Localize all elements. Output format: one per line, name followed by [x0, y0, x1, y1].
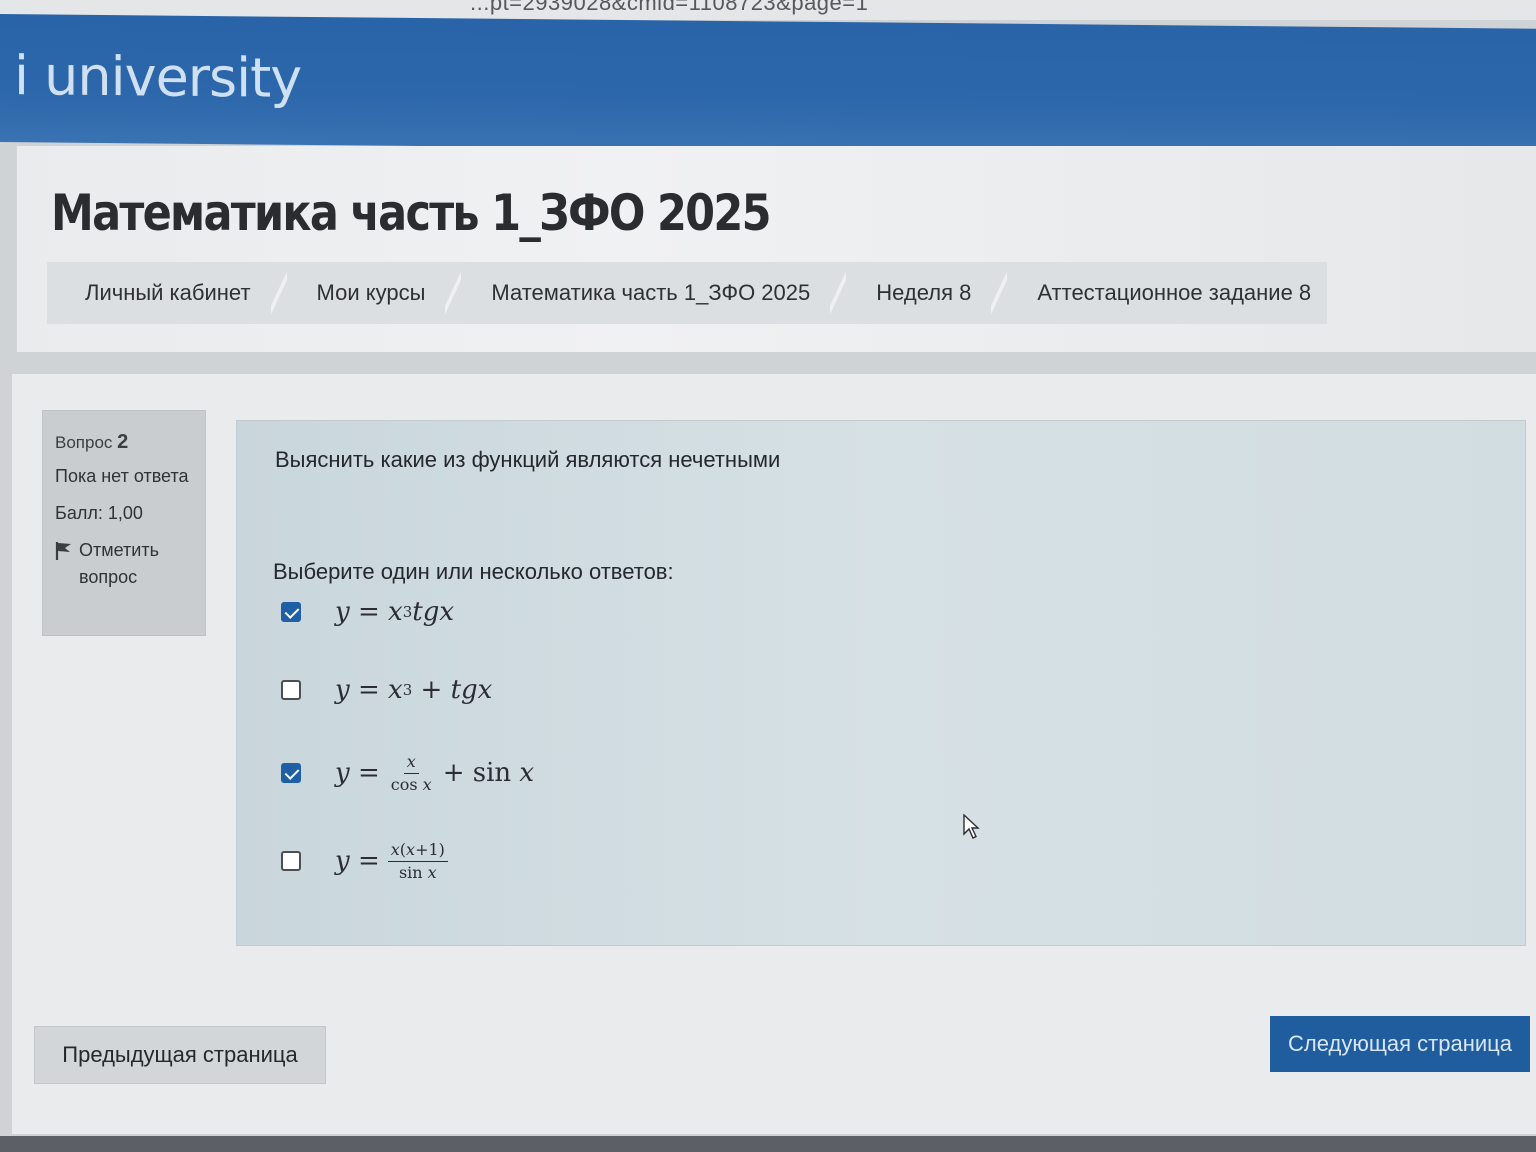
- taskbar-edge: [0, 1136, 1536, 1152]
- answer-option-3[interactable]: y = x cos x + sin x: [281, 753, 534, 793]
- answer-formula-3: y = x cos x + sin x: [335, 752, 535, 794]
- flag-question-link[interactable]: Отметить вопрос: [55, 537, 193, 591]
- breadcrumb-my-courses[interactable]: Мои курсы: [279, 262, 462, 324]
- flag-question-label: Отметить вопрос: [79, 540, 159, 587]
- top-navbar: i university: [0, 14, 1536, 157]
- question-info-panel: Вопрос 2 Пока нет ответа Балл: 1,00 Отме…: [42, 410, 206, 636]
- answer-formula-1: y = x 3 tgx: [335, 597, 455, 627]
- breadcrumb-dashboard[interactable]: Личный кабинет: [47, 262, 287, 324]
- page-header: Математика часть 1_ЗФО 2025 Личный кабин…: [16, 146, 1536, 352]
- flag-icon: [55, 542, 71, 560]
- question-box: Выяснить какие из функций являются нечет…: [236, 420, 1526, 946]
- previous-page-button[interactable]: Предыдущая страница: [34, 1026, 326, 1084]
- course-title: Математика часть 1_ЗФО 2025: [51, 184, 771, 242]
- question-text: Выяснить какие из функций являются нечет…: [275, 447, 781, 472]
- answer-option-2[interactable]: y = x3 + tgx: [281, 675, 492, 705]
- answer-option-1[interactable]: y = x 3 tgx: [281, 597, 454, 627]
- answer-checkbox-1[interactable]: [281, 602, 301, 622]
- url-text: ...pt=2939028&cmid=1108723&page=1: [470, 0, 869, 15]
- answer-checkbox-3[interactable]: [281, 763, 301, 784]
- answer-prompt: Выберите один или несколько ответов:: [273, 559, 674, 584]
- question-label: Вопрос: [55, 433, 113, 452]
- university-logo[interactable]: i university: [14, 44, 301, 110]
- answer-checkbox-2[interactable]: [281, 680, 301, 700]
- breadcrumb-assignment[interactable]: Аттестационное задание 8: [999, 262, 1339, 324]
- answer-checkbox-4[interactable]: [281, 851, 301, 872]
- breadcrumb: Личный кабинет Мои курсы Математика част…: [47, 262, 1327, 324]
- breadcrumb-course[interactable]: Математика часть 1_ЗФО 2025: [453, 262, 847, 324]
- question-number: Вопрос 2: [55, 427, 193, 457]
- answer-formula-4: y = x(x+1) sin x: [335, 841, 456, 881]
- breadcrumb-week[interactable]: Неделя 8: [838, 262, 1008, 324]
- next-page-button[interactable]: Следующая страница: [1270, 1016, 1530, 1072]
- mouse-cursor-icon: [963, 814, 980, 839]
- question-number-value: 2: [117, 431, 129, 453]
- answer-status: Пока нет ответа: [55, 466, 189, 486]
- question-score: Балл: 1,00: [55, 503, 143, 523]
- answer-formula-2: y = x3 + tgx: [335, 675, 493, 705]
- answer-option-4[interactable]: y = x(x+1) sin x: [281, 841, 456, 881]
